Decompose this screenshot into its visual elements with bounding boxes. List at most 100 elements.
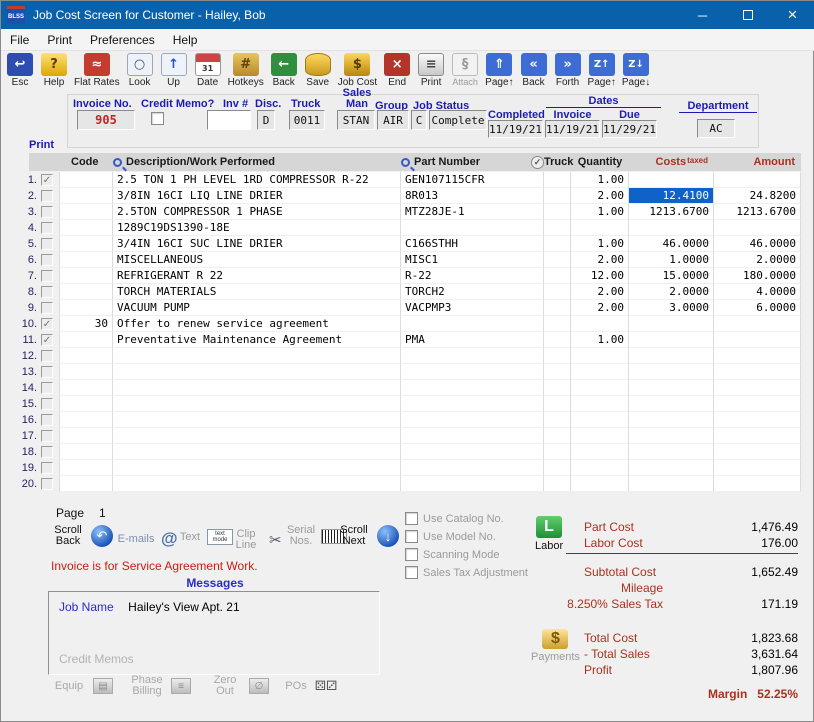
code-cell[interactable] [59,428,113,444]
amount-cell[interactable] [714,316,801,332]
cost-cell[interactable]: 46.0000 [629,236,714,252]
amount-cell[interactable] [714,348,801,364]
code-cell[interactable] [59,268,113,284]
toolbar-button-end[interactable]: End [380,52,414,94]
quantity-cell[interactable] [571,412,629,428]
truck-cell[interactable] [544,188,571,204]
quantity-cell[interactable] [571,316,629,332]
sales-tax-adjustment-checkbox[interactable] [405,566,418,579]
phase-billing-button[interactable]: Phase Billing [127,675,191,697]
description-cell[interactable]: 3/4IN 16CI SUC LINE DRIER [113,236,401,252]
cost-cell[interactable] [629,380,714,396]
code-cell[interactable] [59,188,113,204]
use-catalog-checkbox[interactable] [405,512,418,525]
group-field[interactable]: AIR [377,110,409,130]
code-cell[interactable] [59,396,113,412]
toolbar-button-page-down-az[interactable]: Page↓ [619,52,653,94]
truck-cell[interactable] [544,172,571,188]
scroll-next-button[interactable]: Scroll Next [335,525,399,547]
description-cell[interactable]: REFRIGERANT R 22 [113,268,401,284]
truck-check-icon[interactable] [531,156,544,169]
scroll-back-button[interactable]: Scroll Back [49,525,113,547]
part-number-cell[interactable] [401,444,544,460]
sales-man-field[interactable]: STAN [337,110,375,130]
menu-help[interactable]: Help [164,30,207,50]
credit-memo-checkbox[interactable] [151,112,164,125]
text-button[interactable]: Text text mode [177,529,233,545]
print-checkbox[interactable] [41,172,59,188]
emails-button[interactable]: E-mails [115,529,178,549]
print-checkbox[interactable] [41,268,59,284]
truck-cell[interactable] [544,236,571,252]
use-model-checkbox[interactable] [405,530,418,543]
amount-cell[interactable] [714,460,801,476]
quantity-cell[interactable]: 2.00 [571,252,629,268]
toolbar-button-attach[interactable]: Attach [448,52,482,94]
description-cell[interactable] [113,348,401,364]
toolbar-button-esc[interactable]: Esc [3,52,37,94]
description-cell[interactable] [113,396,401,412]
truck-cell[interactable] [544,460,571,476]
toolbar-button-back[interactable]: Back [267,52,301,94]
code-cell[interactable] [59,332,113,348]
part-number-cell[interactable] [401,380,544,396]
description-cell[interactable] [113,460,401,476]
menu-preferences[interactable]: Preferences [81,30,164,50]
code-cell[interactable] [59,252,113,268]
print-checkbox[interactable] [41,284,59,300]
quantity-cell[interactable] [571,428,629,444]
part-number-cell[interactable] [401,460,544,476]
quantity-cell[interactable] [571,460,629,476]
print-checkbox[interactable] [41,428,59,444]
part-number-cell[interactable]: MISC1 [401,252,544,268]
quantity-cell[interactable]: 12.00 [571,268,629,284]
print-checkbox[interactable] [41,348,59,364]
description-cell[interactable] [113,380,401,396]
cost-cell[interactable] [629,428,714,444]
cost-cell[interactable] [629,220,714,236]
disc-field[interactable]: D [257,110,275,130]
clip-line-button[interactable]: Clip Line [227,529,282,551]
scanning-mode-checkbox[interactable] [405,548,418,561]
part-number-cell[interactable] [401,316,544,332]
part-number-cell[interactable] [401,412,544,428]
amount-cell[interactable]: 24.8200 [714,188,801,204]
quantity-cell[interactable] [571,220,629,236]
cost-cell[interactable]: 1.0000 [629,252,714,268]
cost-cell[interactable] [629,332,714,348]
part-number-cell[interactable]: R-22 [401,268,544,284]
print-checkbox[interactable] [41,300,59,316]
cost-cell[interactable] [629,444,714,460]
part-number-cell[interactable]: TORCH2 [401,284,544,300]
truck-cell[interactable] [544,444,571,460]
truck-cell[interactable] [544,204,571,220]
part-number-cell[interactable]: PMA [401,332,544,348]
toolbar-button-print[interactable]: Print [414,52,448,94]
print-checkbox[interactable] [41,316,59,332]
amount-cell[interactable] [714,364,801,380]
invoice-date-field[interactable]: 11/19/21 [545,120,600,138]
inv-num-field[interactable] [207,110,251,130]
cost-cell[interactable] [629,364,714,380]
maximize-button[interactable] [725,1,770,29]
option-scanning-mode[interactable]: Scanning Mode [405,548,499,561]
print-checkbox[interactable] [41,380,59,396]
toolbar-button-save[interactable]: Save [301,52,335,94]
cost-cell[interactable] [629,412,714,428]
code-cell[interactable] [59,476,113,492]
code-cell[interactable] [59,460,113,476]
amount-cell[interactable] [714,444,801,460]
truck-cell[interactable] [544,268,571,284]
labor-button[interactable]: Labor [535,516,563,552]
quantity-cell[interactable] [571,380,629,396]
option-sales-tax-adjustment[interactable]: Sales Tax Adjustment [405,566,528,579]
truck-cell[interactable] [544,252,571,268]
toolbar-button-help[interactable]: Help [37,52,71,94]
close-button[interactable]: × [770,1,814,29]
toolbar-button-back-nav[interactable]: Back [517,52,551,94]
truck-cell[interactable] [544,220,571,236]
part-number-cell[interactable] [401,428,544,444]
description-cell[interactable]: MISCELLANEOUS [113,252,401,268]
description-cell[interactable]: Preventative Maintenance Agreement [113,332,401,348]
toolbar-button-hotkeys[interactable]: Hotkeys [225,52,267,94]
